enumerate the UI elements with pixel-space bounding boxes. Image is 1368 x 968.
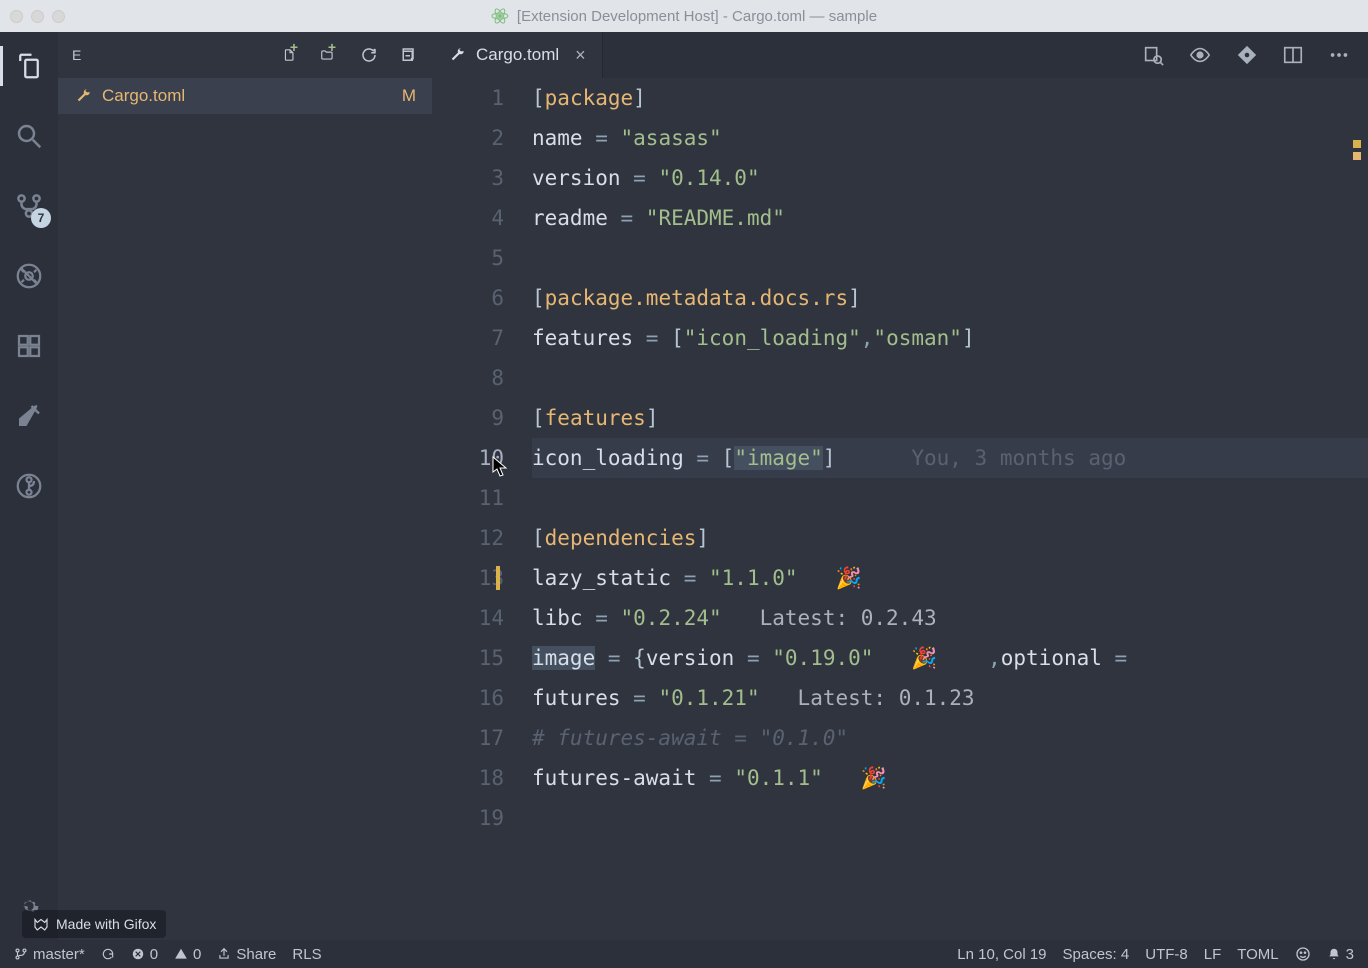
git-blame-annotation: You, 3 months ago xyxy=(835,446,1126,470)
split-editor-icon[interactable] xyxy=(1282,44,1304,66)
gifox-watermark: Made with Gifox xyxy=(22,910,166,938)
branch-status[interactable]: master* xyxy=(14,946,85,963)
errors-status[interactable]: 0 xyxy=(131,946,158,963)
file-name: Cargo.toml xyxy=(102,86,185,106)
extensions-activity[interactable] xyxy=(11,328,47,364)
gitlens-activity[interactable] xyxy=(11,468,47,504)
sync-status[interactable] xyxy=(101,947,115,961)
source-control-icon[interactable] xyxy=(1236,44,1258,66)
minimize-window-button[interactable] xyxy=(31,10,44,23)
explorer-activity[interactable] xyxy=(11,48,47,84)
code-line[interactable]: [package] xyxy=(532,78,1368,118)
statusbar: master* 0 0 Share RLS Ln 10, Col 19 Spac… xyxy=(0,940,1368,968)
encoding-status[interactable]: UTF-8 xyxy=(1145,946,1188,963)
tab-cargo-toml[interactable]: Cargo.toml × xyxy=(432,32,603,78)
language-status[interactable]: TOML xyxy=(1237,946,1278,963)
more-icon[interactable] xyxy=(1328,44,1350,66)
window-controls xyxy=(10,10,65,23)
activity-bar: 7 xyxy=(0,32,58,940)
file-status-badge: M xyxy=(402,86,416,106)
indent-status[interactable]: Spaces: 4 xyxy=(1063,946,1130,963)
close-icon[interactable]: × xyxy=(575,45,586,66)
code-line[interactable] xyxy=(532,478,1368,518)
wrench-icon xyxy=(448,46,466,64)
code-line[interactable]: version = "0.14.0" xyxy=(532,158,1368,198)
rls-status[interactable]: RLS xyxy=(292,946,321,963)
tabs-row: Cargo.toml × xyxy=(432,32,1368,78)
wrench-icon xyxy=(74,87,92,105)
sidebar-header: E + + xyxy=(58,32,432,78)
code-line[interactable]: # futures-await = "0.1.0" xyxy=(532,718,1368,758)
search-activity[interactable] xyxy=(11,118,47,154)
cursor-position[interactable]: Ln 10, Col 19 xyxy=(957,946,1046,963)
tab-label: Cargo.toml xyxy=(476,45,559,65)
live-share-activity[interactable] xyxy=(11,398,47,434)
refresh-icon[interactable] xyxy=(358,44,380,66)
notifications-status[interactable]: 3 xyxy=(1327,946,1354,963)
scm-activity[interactable]: 7 xyxy=(11,188,47,224)
titlebar: [Extension Development Host] - Cargo.tom… xyxy=(0,0,1368,32)
code-editor[interactable]: 12345678910111213141516171819 [package]n… xyxy=(432,78,1368,940)
code-line[interactable]: futures = "0.1.21" Latest: 0.1.23 xyxy=(532,678,1368,718)
code-line[interactable]: features = ["icon_loading","osman"] xyxy=(532,318,1368,358)
find-references-icon[interactable] xyxy=(1142,44,1164,66)
warnings-status[interactable]: 0 xyxy=(174,946,201,963)
collapse-all-icon[interactable] xyxy=(396,44,418,66)
editor-actions xyxy=(1124,32,1368,78)
editor-area: Cargo.toml × 123456789101112131415161718… xyxy=(432,32,1368,940)
app-icon xyxy=(491,7,509,25)
zoom-window-button[interactable] xyxy=(52,10,65,23)
code-line[interactable]: icon_loading = ["image"] You, 3 months a… xyxy=(532,438,1368,478)
preview-icon[interactable] xyxy=(1188,44,1212,66)
code-line[interactable] xyxy=(532,238,1368,278)
file-row[interactable]: Cargo.toml M xyxy=(58,78,432,114)
debug-activity[interactable] xyxy=(11,258,47,294)
code-line[interactable]: futures-await = "0.1.1" 🎉 xyxy=(532,758,1368,798)
code-lines[interactable]: [package]name = "asasas"version = "0.14.… xyxy=(532,78,1368,940)
code-line[interactable] xyxy=(532,798,1368,838)
share-status[interactable]: Share xyxy=(217,946,276,963)
sidebar-section-label: E xyxy=(72,47,266,63)
scm-badge: 7 xyxy=(31,208,51,228)
close-window-button[interactable] xyxy=(10,10,23,23)
window-title-text: [Extension Development Host] - Cargo.tom… xyxy=(517,8,877,25)
eol-status[interactable]: LF xyxy=(1204,946,1222,963)
code-line[interactable]: image = {version = "0.19.0" 🎉 ,optional … xyxy=(532,638,1368,678)
code-line[interactable]: lazy_static = "1.1.0" 🎉 xyxy=(532,558,1368,598)
new-file-icon[interactable]: + xyxy=(282,44,304,66)
code-line[interactable]: libc = "0.2.24" Latest: 0.2.43 xyxy=(532,598,1368,638)
code-line[interactable]: name = "asasas" xyxy=(532,118,1368,158)
feedback-status[interactable] xyxy=(1295,946,1311,962)
explorer-sidebar: E + + Cargo.toml M xyxy=(58,32,432,940)
code-line[interactable]: [features] xyxy=(532,398,1368,438)
window-title: [Extension Development Host] - Cargo.tom… xyxy=(491,7,877,25)
new-folder-icon[interactable]: + xyxy=(320,44,342,66)
code-line[interactable]: [dependencies] xyxy=(532,518,1368,558)
code-line[interactable] xyxy=(532,358,1368,398)
line-gutter: 12345678910111213141516171819 xyxy=(432,78,532,940)
mouse-cursor xyxy=(492,456,510,478)
code-line[interactable]: readme = "README.md" xyxy=(532,198,1368,238)
code-line[interactable]: [package.metadata.docs.rs] xyxy=(532,278,1368,318)
minimap[interactable] xyxy=(1346,78,1368,940)
